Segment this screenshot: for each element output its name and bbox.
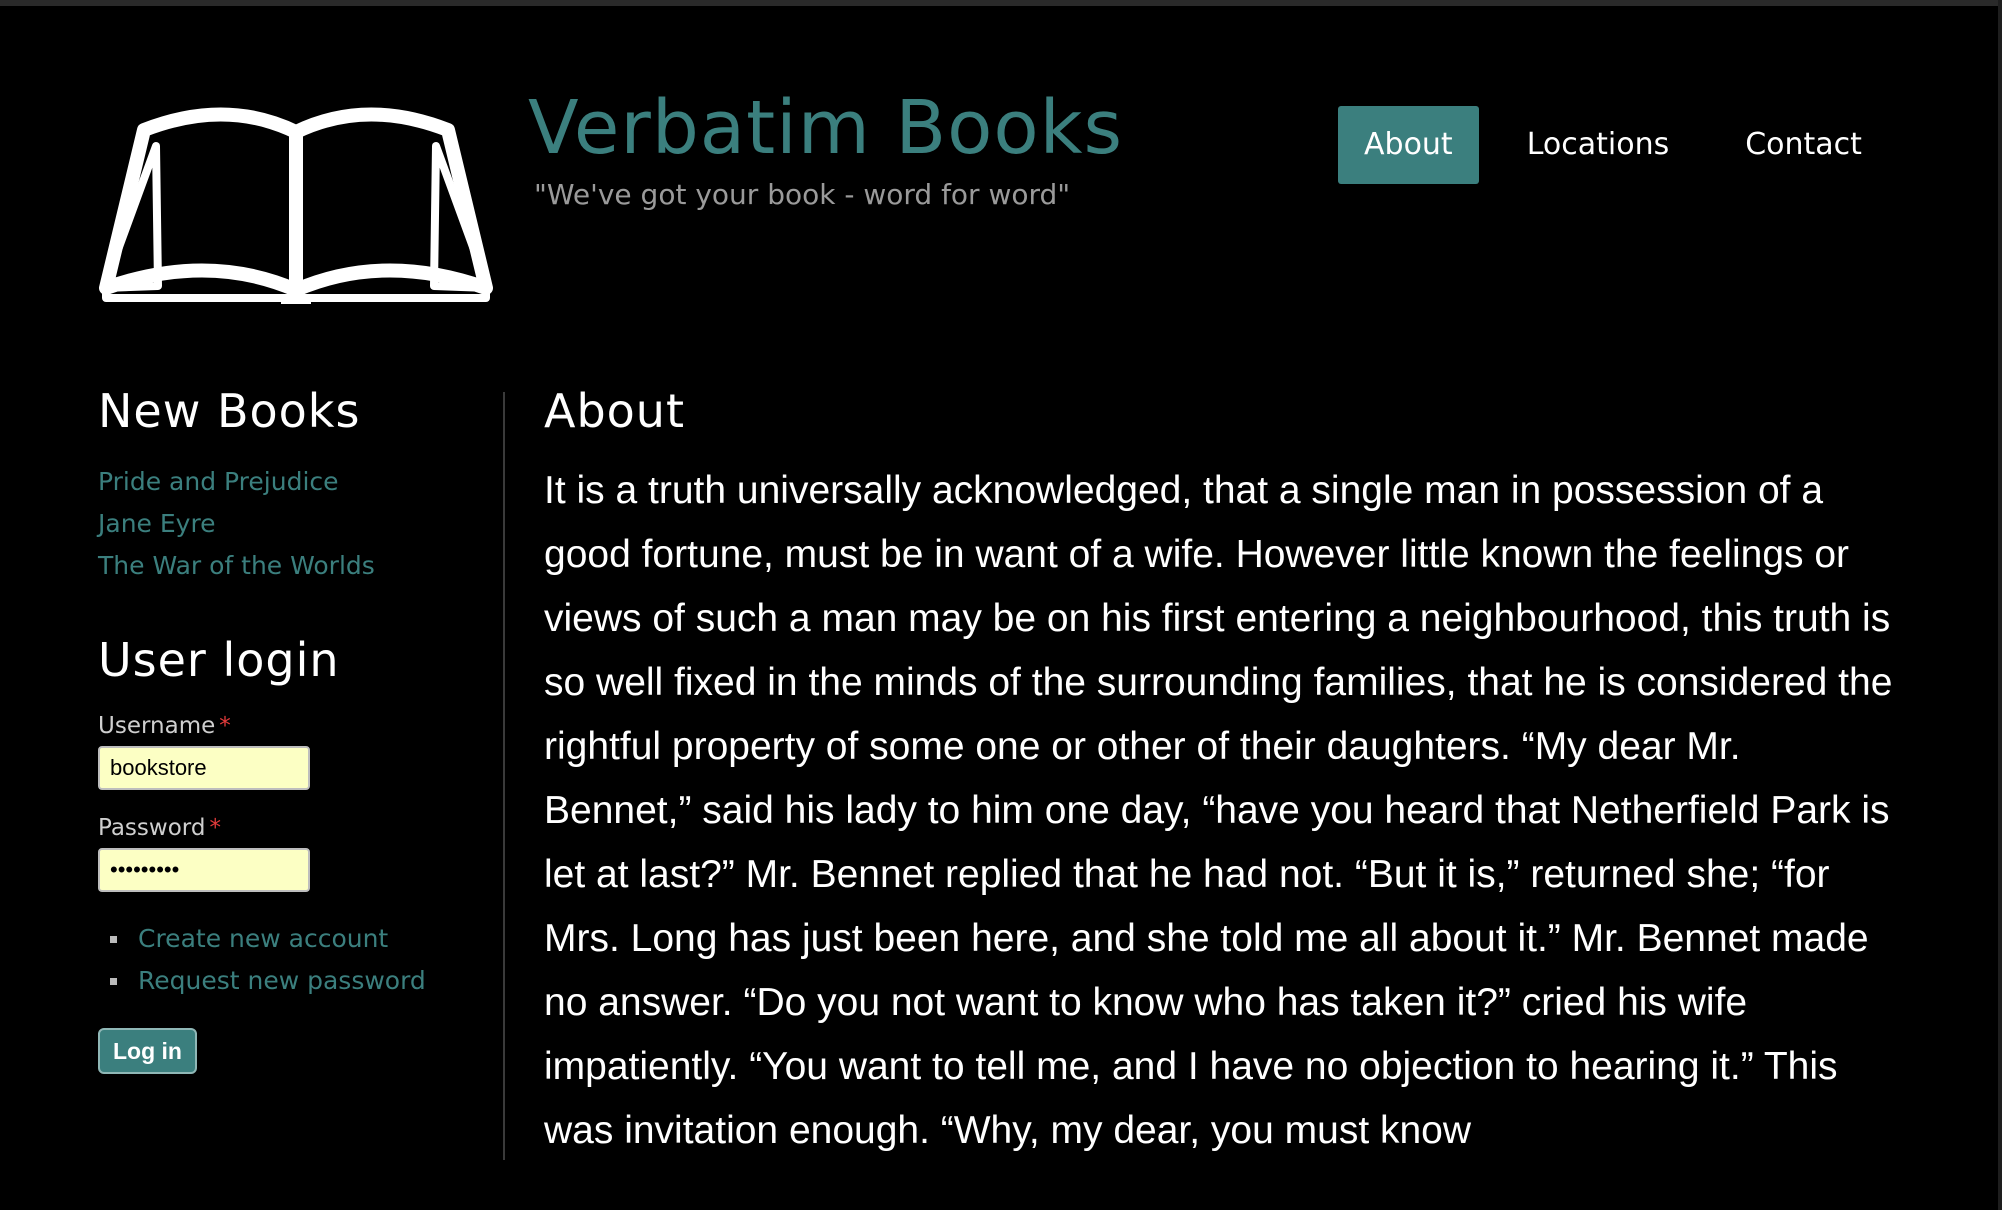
password-input[interactable] [98, 848, 310, 893]
list-item: The War of the Worlds [98, 545, 478, 587]
nav-item-about[interactable]: About [1338, 106, 1479, 184]
new-books-list: Pride and Prejudice Jane Eyre The War of… [98, 461, 478, 587]
sidebar: New Books Pride and Prejudice Jane Eyre … [98, 384, 478, 1075]
new-books-title: New Books [98, 384, 361, 438]
create-account-link[interactable]: Create new account [138, 924, 388, 953]
page-title: About [544, 384, 686, 438]
user-login-title: User login [98, 633, 340, 688]
required-marker: * [219, 713, 231, 740]
request-password-link[interactable]: Request new password [138, 966, 426, 995]
list-item: Create new account [98, 918, 478, 960]
list-item: Pride and Prejudice [98, 461, 478, 503]
username-form-item: Username * [98, 710, 478, 791]
main-navigation: About Locations Contact [1338, 106, 1910, 184]
open-book-icon [99, 107, 493, 307]
login-button[interactable]: Log in [98, 1028, 197, 1075]
nav-item-contact[interactable]: Contact [1717, 106, 1890, 184]
sidebar-divider [503, 392, 505, 1160]
list-item: Jane Eyre [98, 503, 478, 545]
username-label-text: Username [98, 713, 216, 740]
password-label: Password * [98, 812, 478, 844]
user-links-list: Create new account Request new password [98, 918, 478, 1002]
username-label: Username * [98, 710, 478, 742]
site-name[interactable]: Verbatim Books [528, 84, 1123, 173]
new-books-block: New Books Pride and Prejudice Jane Eyre … [98, 384, 478, 587]
body-text: It is a truth universally acknowledged, … [544, 469, 1893, 1153]
password-label-text: Password [98, 815, 206, 842]
site-slogan: "We've got your book - word for word" [534, 178, 1071, 211]
user-login-block: User login Username* Password* Create ne… [98, 633, 478, 1075]
list-item: Request new password [98, 960, 478, 1002]
site-logo-link[interactable] [98, 102, 494, 307]
site-header: Verbatim Books "We've got your book - wo… [0, 6, 2002, 346]
main-content: About It is a truth universally acknowle… [544, 384, 1894, 1163]
password-form-item: Password * [98, 812, 478, 893]
username-input[interactable] [98, 746, 310, 791]
nav-item-locations[interactable]: Locations [1499, 106, 1698, 184]
book-link-war-of-the-worlds[interactable]: The War of the Worlds [98, 551, 375, 580]
book-link-pride-and-prejudice[interactable]: Pride and Prejudice [98, 467, 339, 496]
book-link-jane-eyre[interactable]: Jane Eyre [98, 509, 216, 538]
required-marker: * [209, 815, 221, 842]
user-login-form: Username* Password* Create new account R… [98, 710, 478, 1075]
